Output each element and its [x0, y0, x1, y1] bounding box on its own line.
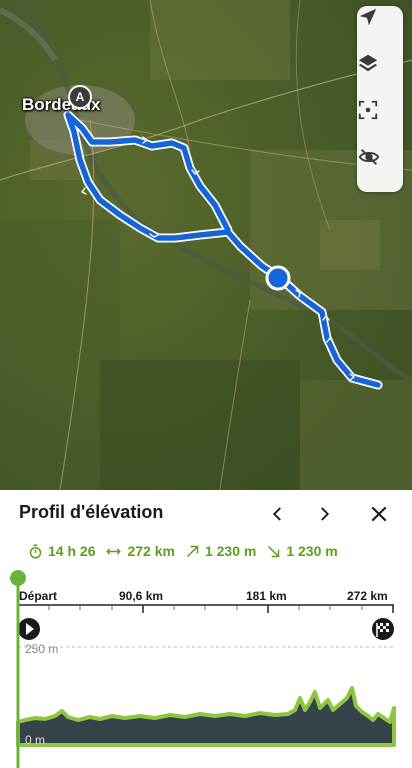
- elevation-label-top: 250 m: [25, 642, 58, 656]
- route-stats: 14 h 26 272 km 1 230 m 1 230 m: [28, 543, 338, 559]
- previous-button[interactable]: [266, 502, 290, 526]
- map-controls: [357, 6, 403, 192]
- satellite-map[interactable]: [0, 0, 412, 490]
- chevron-left-icon: [272, 507, 281, 521]
- start-flag-icon: [18, 618, 40, 640]
- stopwatch-icon: [29, 544, 42, 558]
- descent-value: 1 230 m: [286, 543, 338, 559]
- current-position-marker[interactable]: [265, 265, 291, 291]
- navigation-arrow-icon: [359, 8, 377, 26]
- layers-icon: [358, 54, 378, 72]
- descent-stat: 1 230 m: [266, 543, 338, 559]
- finish-flag-icon: [372, 618, 394, 640]
- chevron-right-icon: [321, 507, 330, 521]
- start-marker[interactable]: A: [68, 85, 92, 109]
- hide-route-button[interactable]: [357, 146, 403, 192]
- focus-icon: [358, 100, 378, 120]
- duration-value: 14 h 26: [48, 543, 96, 559]
- elevation-area: [16, 686, 396, 747]
- panel-title: Profil d'élévation: [19, 502, 164, 522]
- map-view[interactable]: Bordeaux A: [0, 0, 412, 490]
- ascent-stat: 1 230 m: [185, 543, 256, 559]
- next-button[interactable]: [312, 502, 336, 526]
- navigation-button[interactable]: [357, 6, 403, 52]
- distance-stat: 272 km: [105, 543, 175, 559]
- distance-value: 272 km: [127, 543, 175, 559]
- elevation-chart[interactable]: 250 m 0 m: [0, 570, 412, 768]
- focus-button[interactable]: [357, 99, 403, 145]
- close-icon: [371, 506, 387, 522]
- hide-route-icon: [358, 149, 380, 165]
- distance-arrows-icon: [106, 547, 122, 555]
- close-button[interactable]: [367, 502, 391, 526]
- ascent-value: 1 230 m: [204, 543, 257, 559]
- ascent-arrow-icon: [186, 545, 199, 557]
- elevation-label-bottom: 0 m: [25, 733, 45, 747]
- duration-stat: 14 h 26: [28, 543, 95, 559]
- elevation-panel: Profil d'élévation 14 h 26 272 km 1 230 …: [0, 490, 412, 768]
- descent-arrow-icon: [268, 545, 280, 557]
- layers-button[interactable]: [357, 52, 403, 98]
